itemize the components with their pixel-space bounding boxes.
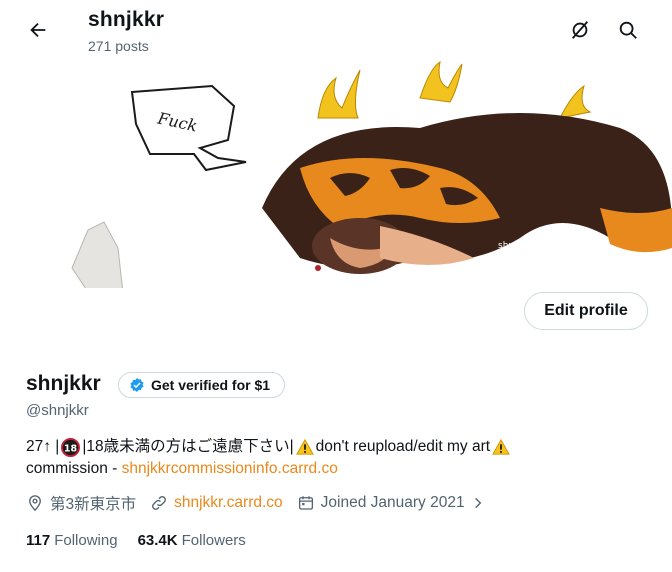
bio-japanese-notice: |18歳未満の方はご遠慮下さい|	[82, 438, 294, 455]
following-label: Following	[54, 532, 118, 549]
profile-meta: 第3新東京市 shnjkkr.carrd.co Joined January 2…	[26, 492, 499, 514]
link-icon	[150, 494, 168, 512]
location-item: 第3新東京市	[26, 492, 136, 514]
get-verified-button[interactable]: Get verified for $1	[118, 372, 286, 398]
bio-commission-label: commission -	[26, 460, 122, 477]
following-count: 117	[26, 532, 51, 549]
warning-icon	[492, 438, 510, 456]
following-link[interactable]: 117 Following	[26, 532, 118, 549]
joined-text: Joined January 2021	[320, 494, 465, 511]
display-name: shnjkkr	[26, 372, 101, 395]
profile-handle: @shnjkkr	[26, 402, 89, 419]
bio-age-text: 27↑ |	[26, 438, 60, 455]
search-icon[interactable]	[614, 16, 642, 44]
speech-bubble: Fuck	[130, 84, 247, 172]
location-text: 第3新東京市	[50, 496, 137, 513]
bio-line-2: commission - shnjkkrcommissioninfo.carrd…	[26, 458, 666, 480]
bio-line-1: 27↑ | 18 |18歳未満の方はご遠慮下さい| don't reupload…	[26, 436, 666, 458]
website-item: shnjkkr.carrd.co	[150, 494, 283, 512]
header-name: shnjkkr	[88, 8, 165, 31]
back-arrow-icon[interactable]	[22, 14, 54, 46]
follow-stats: 117 Following 63.4K Followers	[26, 532, 246, 549]
verified-badge-icon	[129, 377, 145, 393]
profile-banner[interactable]: Fuck shnjkkr	[0, 58, 672, 288]
chevron-right-icon	[471, 496, 485, 510]
website-link[interactable]: shnjkkr.carrd.co	[174, 494, 283, 512]
commission-link[interactable]: shnjkkrcommissioninfo.carrd.co	[122, 458, 338, 480]
header-posts-count: 271 posts	[88, 38, 149, 54]
age-18-badge-icon: 18	[61, 437, 81, 457]
warning-icon	[295, 438, 314, 456]
shard-drawing	[71, 221, 123, 288]
svg-text:18: 18	[64, 443, 78, 454]
edit-profile-button[interactable]: Edit profile	[524, 292, 648, 330]
profile-top-bar: shnjkkr 271 posts	[0, 0, 672, 60]
location-pin-icon	[26, 494, 44, 512]
followers-link[interactable]: 63.4K Followers	[138, 532, 246, 549]
followers-label: Followers	[181, 532, 246, 549]
joined-item[interactable]: Joined January 2021	[297, 494, 485, 512]
profile-bio: 27↑ | 18 |18歳未満の方はご遠慮下さい| don't reupload…	[26, 436, 666, 480]
no-location-icon[interactable]	[566, 16, 594, 44]
bio-no-repost-text: don't reupload/edit my art	[315, 438, 491, 455]
signature-text: shnjkkr	[498, 241, 531, 251]
followers-count: 63.4K	[137, 532, 178, 549]
calendar-icon	[297, 494, 315, 512]
get-verified-label: Get verified for $1	[151, 377, 271, 393]
